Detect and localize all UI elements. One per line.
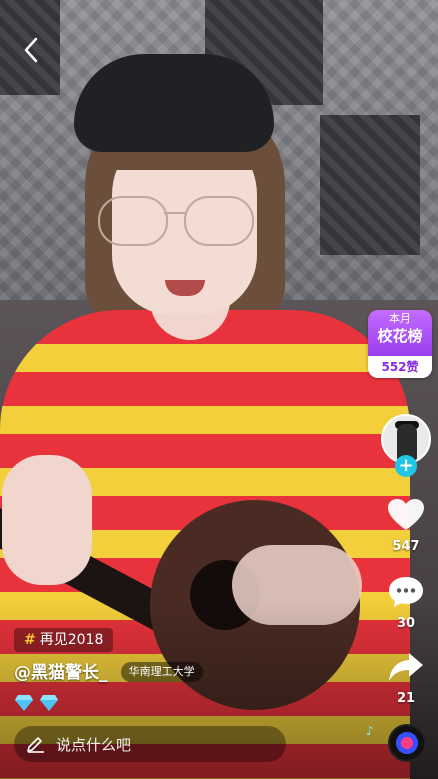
topic-tag[interactable]: # 再见2018 (14, 628, 114, 652)
badge-likes: 552赞 (368, 356, 432, 378)
plus-icon: + (398, 455, 414, 476)
topic-label: 再见2018 (39, 632, 104, 648)
follow-button[interactable]: + (395, 455, 417, 477)
comment-bubble-icon (389, 577, 423, 607)
diamond-icon (40, 695, 59, 711)
heart-icon (388, 499, 424, 530)
comment-button[interactable]: 30 (378, 575, 434, 631)
campus-ranking-badge[interactable]: 本月 校花榜 552赞 (368, 310, 432, 378)
wall-panel (320, 115, 420, 255)
back-button[interactable] (18, 35, 46, 65)
comment-input-bar[interactable] (14, 726, 286, 764)
share-arrow-icon (389, 653, 423, 681)
share-button[interactable]: 21 (378, 650, 434, 706)
diamond-icon (15, 695, 33, 711)
badge-title: 校花榜 (377, 327, 423, 345)
pencil-icon (27, 737, 44, 753)
share-count: 21 (396, 691, 416, 706)
author-username[interactable]: @黑猫警长_ (14, 663, 108, 683)
badge-period: 本月 (389, 312, 411, 325)
music-note-icon: ♪ (366, 724, 374, 738)
black-beret (74, 54, 274, 152)
glasses (98, 196, 258, 248)
school-badge[interactable]: 华南理工大学 (120, 662, 203, 682)
left-hand (2, 455, 92, 585)
like-button[interactable]: 547 (378, 498, 434, 554)
chevron-left-icon (24, 37, 38, 63)
music-disc-button[interactable] (388, 724, 426, 762)
diamond-badges (14, 694, 59, 714)
author-row: @黑猫警长_ 华南理工大学 (14, 660, 203, 686)
comment-count: 30 (396, 616, 416, 631)
like-count: 547 (392, 539, 420, 554)
hashtag-icon: # (24, 632, 36, 648)
comment-input[interactable] (54, 726, 278, 764)
